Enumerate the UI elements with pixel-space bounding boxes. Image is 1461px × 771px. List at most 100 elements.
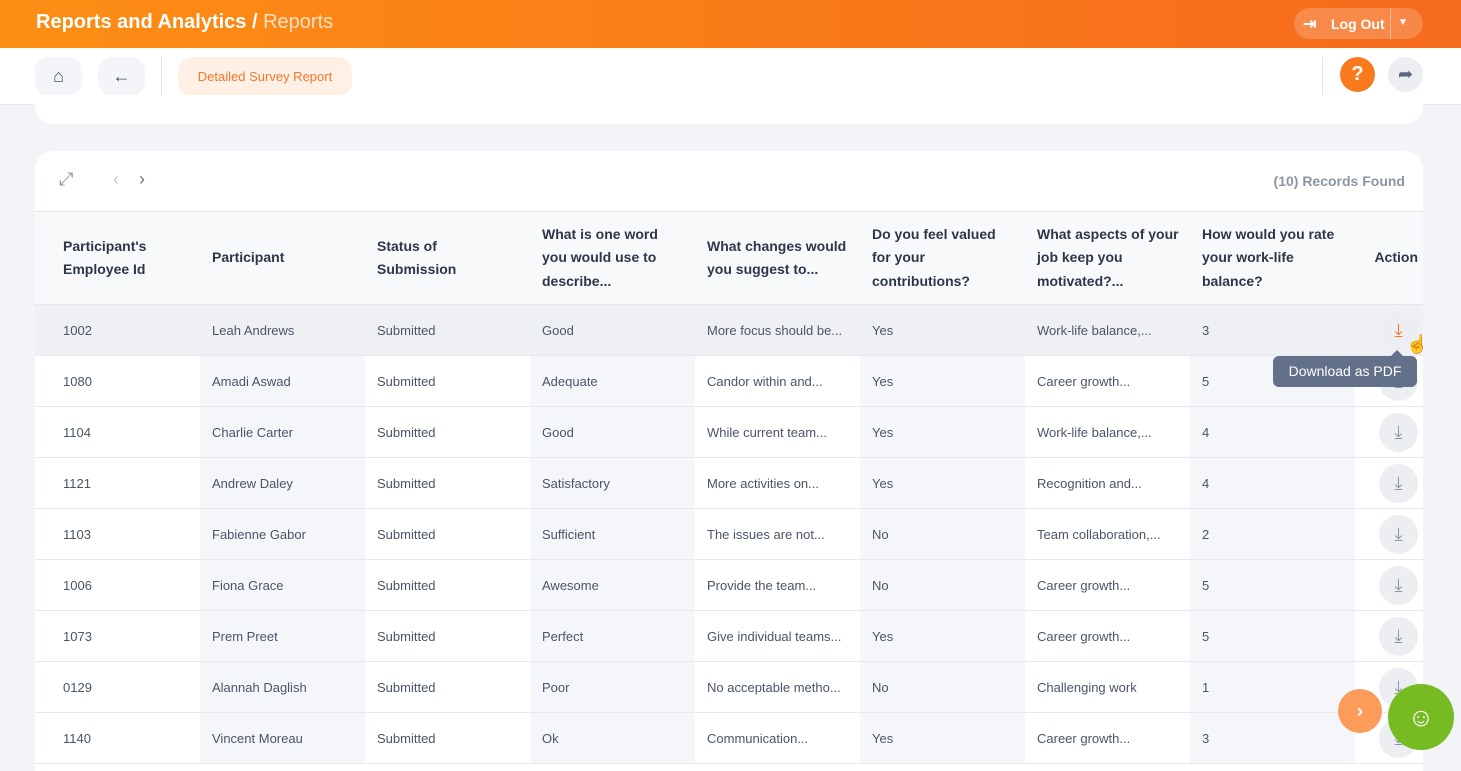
- table-cell: Submitted: [365, 712, 530, 764]
- divider: [161, 57, 162, 96]
- table-cell: 1002: [35, 304, 200, 356]
- records-count: (10) Records Found: [1273, 173, 1405, 189]
- action-cell: ⤓: [1355, 559, 1423, 611]
- column-header[interactable]: What changes would you suggest to...: [695, 211, 860, 305]
- chatbot-button[interactable]: ☺: [1388, 684, 1454, 750]
- table-cell: Submitted: [365, 355, 530, 407]
- download-icon[interactable]: ⤓: [1379, 463, 1418, 503]
- logout-button[interactable]: ⇥ Log Out ▼: [1294, 8, 1423, 39]
- report-table-card: ⤢ ‹ › (10) Records Found Participant's E…: [35, 151, 1423, 771]
- column-header[interactable]: How would you rate your work-life balanc…: [1190, 211, 1355, 305]
- chevron-right-icon[interactable]: ›: [139, 169, 145, 190]
- table-cell: Ok: [530, 712, 695, 764]
- survey-table: Participant's Employee Id Participant Stat…: [35, 211, 1423, 764]
- table-cell: Work-life balance,...: [1025, 406, 1190, 458]
- column-header[interactable]: Action: [1355, 211, 1423, 305]
- action-cell: ⤓: [1355, 610, 1423, 662]
- table-cell: 1080: [35, 355, 200, 407]
- table-cell: Career growth...: [1025, 712, 1190, 764]
- table-cell: Adequate: [530, 355, 695, 407]
- download-icon[interactable]: ⤓: [1379, 514, 1418, 554]
- table-cell: Fabienne Gabor: [200, 508, 365, 560]
- table-cell: 4: [1190, 406, 1355, 458]
- table-cell: Submitted: [365, 406, 530, 458]
- column-header[interactable]: Participant: [200, 211, 365, 305]
- column-header[interactable]: What is one word you would use to descri…: [530, 211, 695, 305]
- table-cell: 0129: [35, 661, 200, 713]
- table-cell: Charlie Carter: [200, 406, 365, 458]
- pointer-cursor-icon: ☝: [1406, 334, 1429, 354]
- table-cell: 3: [1190, 304, 1355, 356]
- expand-chat-button[interactable]: ›: [1338, 689, 1382, 733]
- expand-icon[interactable]: ⤢: [59, 169, 73, 190]
- table-cell: Yes: [860, 457, 1025, 509]
- filter-card: [35, 95, 1423, 124]
- column-header[interactable]: Participant's Employee Id: [35, 211, 200, 305]
- table-cell: Submitted: [365, 610, 530, 662]
- chevron-left-icon[interactable]: ‹: [113, 169, 119, 190]
- table-row: 1103 Fabienne Gabor Submitted Sufficient The…: [35, 508, 1423, 560]
- page-title: Reports and Analytics / Reports: [36, 11, 334, 33]
- app-header: Reports and Analytics / Reports ⇥ Log Ou…: [0, 0, 1461, 48]
- table-cell: 1121: [35, 457, 200, 509]
- table-row: 1002 Leah Andrews Submitted Good More focus …: [35, 304, 1423, 356]
- home-button[interactable]: ⌂: [35, 57, 82, 96]
- back-button[interactable]: ←: [98, 57, 145, 96]
- table-row: 1006 Fiona Grace Submitted Awesome Provide t…: [35, 559, 1423, 611]
- divider: [1390, 8, 1391, 39]
- table-cell: No: [860, 559, 1025, 611]
- table-cell: Team collaboration,...: [1025, 508, 1190, 560]
- share-button[interactable]: ➦: [1388, 57, 1423, 92]
- table-cell: Alannah Daglish: [200, 661, 365, 713]
- table-cell: Poor: [530, 661, 695, 713]
- download-icon[interactable]: ⤓: [1379, 616, 1418, 656]
- table-cell: Yes: [860, 355, 1025, 407]
- table-row: 1140 Vincent Moreau Submitted Ok Communicati…: [35, 712, 1423, 764]
- table-cell: 1140: [35, 712, 200, 764]
- table-cell: Good: [530, 304, 695, 356]
- table-cell: 2: [1190, 508, 1355, 560]
- table-cell: Recognition and...: [1025, 457, 1190, 509]
- help-button[interactable]: ?: [1340, 57, 1375, 92]
- table-cell: Submitted: [365, 661, 530, 713]
- table-cell: Awesome: [530, 559, 695, 611]
- table-cell: 5: [1190, 610, 1355, 662]
- breadcrumb-current: Reports: [263, 11, 334, 33]
- table-cell: Andrew Daley: [200, 457, 365, 509]
- table-cell: Work-life balance,...: [1025, 304, 1190, 356]
- download-icon[interactable]: ⤓: [1379, 412, 1418, 452]
- download-icon[interactable]: ⤓: [1379, 565, 1418, 605]
- table-cell: Submitted: [365, 457, 530, 509]
- table-cell: No acceptable metho...: [695, 661, 860, 713]
- table-cell: 4: [1190, 457, 1355, 509]
- action-cell: ⤓: [1355, 457, 1423, 509]
- column-header[interactable]: Do you feel valued for your contribution…: [860, 211, 1025, 305]
- table-cell: Provide the team...: [695, 559, 860, 611]
- table-row: 1080 Amadi Aswad Submitted Adequate Candor w…: [35, 355, 1423, 407]
- table-cell: Communication...: [695, 712, 860, 764]
- divider: [1322, 57, 1323, 96]
- table-cell: Yes: [860, 610, 1025, 662]
- action-cell: ⤓: [1355, 406, 1423, 458]
- table-cell: Submitted: [365, 508, 530, 560]
- tooltip: Download as PDF: [1273, 350, 1417, 387]
- table-cell: Submitted: [365, 304, 530, 356]
- table-cell: Career growth...: [1025, 610, 1190, 662]
- table-cell: Sufficient: [530, 508, 695, 560]
- column-header[interactable]: Status of Submission: [365, 211, 530, 305]
- table-cell: No: [860, 508, 1025, 560]
- column-header[interactable]: What aspects of your job keep you motiva…: [1025, 211, 1190, 305]
- table-row: 1073 Prem Preet Submitted Perfect Give indiv…: [35, 610, 1423, 662]
- table-cell: 1: [1190, 661, 1355, 713]
- table-cell: 1073: [35, 610, 200, 662]
- table-row: 0129 Alannah Daglish Submitted Poor No accep…: [35, 661, 1423, 713]
- table-row: 1104 Charlie Carter Submitted Good While cur…: [35, 406, 1423, 458]
- table-cell: Leah Andrews: [200, 304, 365, 356]
- table-cell: Challenging work: [1025, 661, 1190, 713]
- tab-detailed-survey-report[interactable]: Detailed Survey Report: [178, 57, 352, 96]
- arrow-left-icon: ←: [112, 66, 131, 86]
- chevron-down-icon[interactable]: ▼: [1398, 17, 1408, 28]
- table-cell: Good: [530, 406, 695, 458]
- table-cell: Give individual teams...: [695, 610, 860, 662]
- table-cell: Career growth...: [1025, 355, 1190, 407]
